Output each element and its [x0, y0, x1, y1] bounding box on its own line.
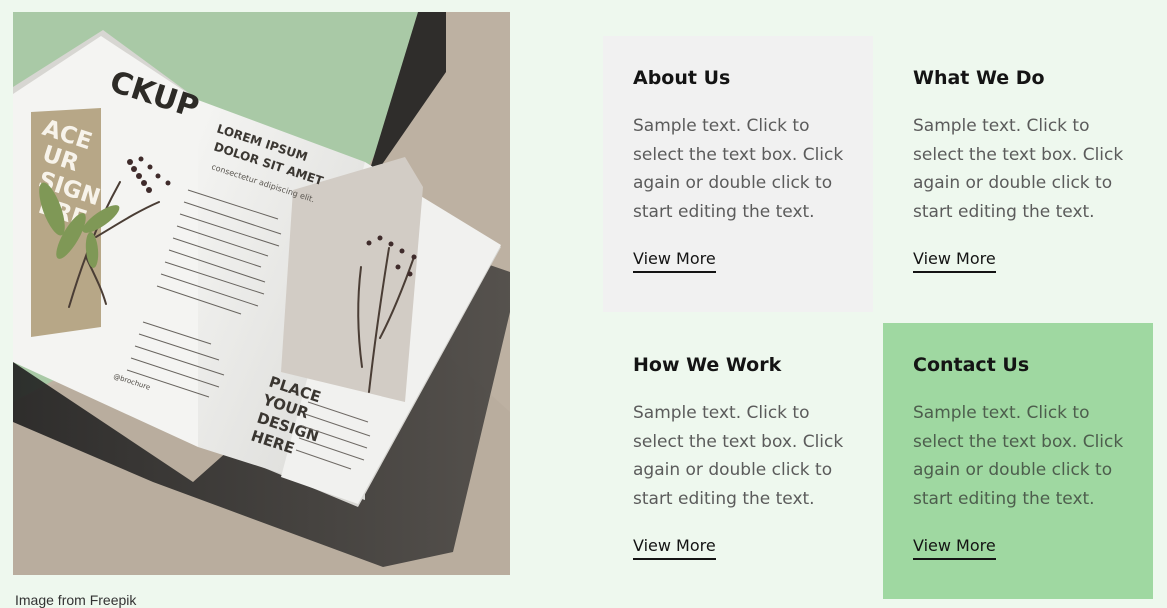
contact-us-view-more-link[interactable]: View More — [913, 536, 996, 560]
contact-us-title: Contact Us — [913, 354, 1030, 376]
caption-prefix: Image from — [15, 592, 86, 608]
how-we-work-view-more-link[interactable]: View More — [633, 536, 716, 560]
how-we-work-card: How We Work Sample text. Click to select… — [603, 323, 873, 599]
freepik-link[interactable]: Freepik — [90, 592, 137, 608]
what-we-do-title: What We Do — [913, 67, 1045, 89]
about-us-card: About Us Sample text. Click to select th… — [603, 36, 873, 312]
contact-us-card: Contact Us Sample text. Click to select … — [883, 323, 1153, 599]
contact-us-text: Sample text. Click to select the text bo… — [913, 403, 1124, 510]
image-caption: Image from Freepik — [15, 592, 136, 608]
hero-image: CKUP ACE UR SIGN ERE LOREM IPSUM DOLOR S… — [13, 12, 510, 575]
about-us-text: Sample text. Click to select the text bo… — [633, 116, 844, 223]
about-us-title: About Us — [633, 67, 731, 89]
about-us-view-more-link[interactable]: View More — [633, 249, 716, 273]
what-we-do-card: What We Do Sample text. Click to select … — [883, 36, 1153, 312]
how-we-work-title: How We Work — [633, 354, 782, 376]
how-we-work-text: Sample text. Click to select the text bo… — [633, 403, 844, 510]
what-we-do-view-more-link[interactable]: View More — [913, 249, 996, 273]
what-we-do-text: Sample text. Click to select the text bo… — [913, 116, 1124, 223]
